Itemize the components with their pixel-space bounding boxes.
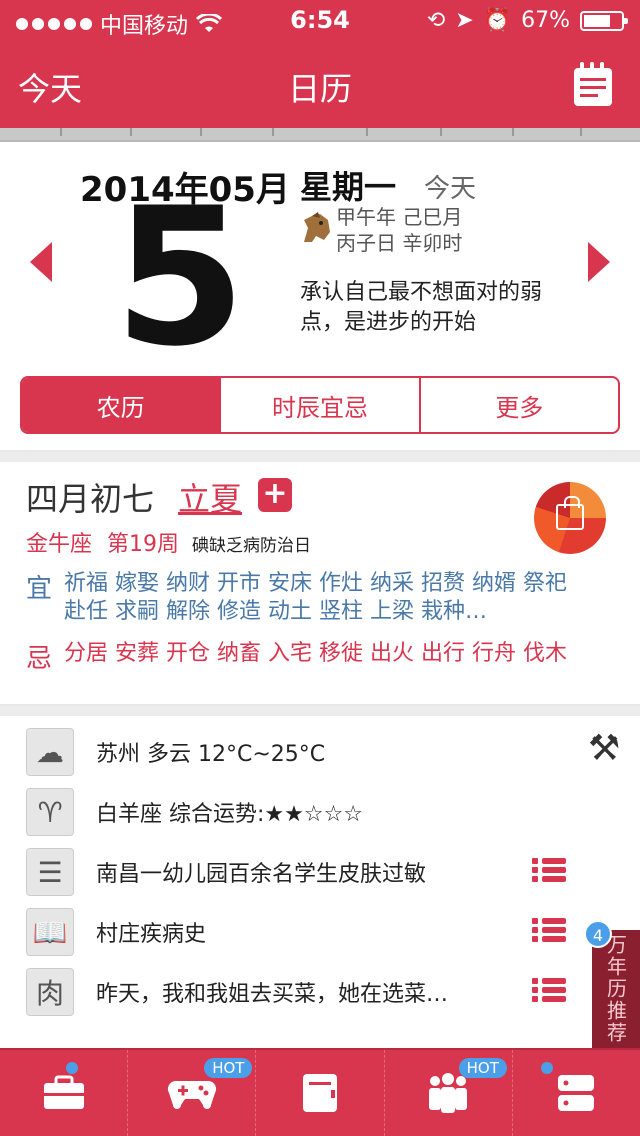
next-day-arrow-icon[interactable] [588,242,610,282]
tab-community[interactable]: HOT [383,1050,512,1136]
tab-lunar[interactable]: 农历 [22,378,220,432]
people-icon [429,1073,468,1113]
book-icon: 📖 [26,908,74,956]
date-card: 2014年05月 5 星期一 今天 甲午年 己巳月 丙子日 辛卯时 承认自己最不… [0,142,640,452]
shop-button[interactable] [534,482,606,554]
zodiac-sign: 金牛座 [26,532,93,557]
tab-games[interactable]: HOT [127,1050,255,1136]
toolbox-icon [43,1075,84,1109]
solar-term-link[interactable]: 立夏 [178,474,242,520]
week-number: 第19周 [107,532,180,557]
battery-icon [580,10,628,31]
big-day-number: 5 [113,167,247,388]
hot-badge: HOT [458,1058,507,1078]
news-text: 南昌一幼儿园百余名学生皮肤过敏 [96,862,427,887]
list-item[interactable]: ♈ 白羊座 综合运势:★★☆☆☆ [0,780,640,840]
notification-dot [66,1062,78,1074]
calendar-ruler [0,128,640,142]
rotation-lock-icon: ⟲ [426,8,446,33]
location-icon: ➤ [455,8,474,33]
joke-icon: 肉 [26,968,74,1016]
ji-label: 忌 [26,644,53,674]
list-item[interactable]: ☁ 苏州 多云 12°C~25°C [0,720,640,780]
ji-list: 分居 安葬 开仓 纳畜 入宅 移徙 出火 出行 行舟 伐木 [64,641,567,666]
add-button[interactable]: + [258,478,292,512]
lunar-section: 四月初七 立夏 + 金牛座 第19周 碘缺乏病防治日 宜 祈福 嫁娶 纳财 开市… [0,452,640,706]
horse-icon [304,212,330,242]
horoscope-text: 白羊座 综合运势:★★☆☆☆ [96,802,364,827]
list-item[interactable]: 📖 村庄疾病史 [0,900,640,960]
joke-text: 昨天，我和我姐去买菜，她在选菜… [96,982,449,1007]
weekday: 星期一 [300,168,397,206]
status-right: ⟲ ➤ ⏰ 67% [426,8,628,33]
info-list: ⚒ ☁ 苏州 多云 12°C~25°C ♈ 白羊座 综合运势:★★☆☆☆ ☰ 南… [0,706,640,1046]
list-item[interactable]: ☰ 南昌一幼儿园百余名学生皮肤过敏 [0,840,640,900]
page-title: 日历 [287,70,352,108]
battery-percent: 67% [521,8,570,33]
tab-settings[interactable] [511,1050,640,1136]
shopping-bag-icon [556,496,584,530]
tab-hours[interactable]: 时辰宜忌 [219,378,418,432]
notification-dot [540,1062,553,1074]
story-text: 村庄疾病史 [96,922,207,947]
daily-quote: 承认自己最不想面对的弱点，是进步的开始 [300,280,543,335]
notebook-icon [303,1074,337,1112]
weather-text: 苏州 多云 12°C~25°C [96,742,326,767]
aries-icon: ♈ [26,788,74,836]
tab-toolbox[interactable] [0,1050,127,1136]
list-icon[interactable] [532,918,566,946]
tab-more[interactable]: 更多 [418,378,618,432]
status-bar: 中国移动 6:54 ⟲ ➤ ⏰ 67% [0,0,640,40]
ganzhi-text: 甲午年 己巳月 丙子日 辛卯时 [336,204,462,256]
ganzhi-line-1: 甲午年 己巳月 [336,205,463,229]
segment-tabs: 农历 时辰宜忌 更多 [20,376,620,434]
calendar-notes-icon[interactable] [572,62,614,108]
hot-badge: HOT [204,1058,253,1078]
list-item[interactable]: 肉 昨天，我和我姐去买菜，她在选菜… [0,960,640,1020]
today-tag: 今天 [424,174,477,204]
list-icon[interactable] [532,858,566,886]
lunar-date: 四月初七 [26,480,155,518]
list-icon[interactable] [532,978,566,1006]
ganzhi-line-2: 丙子日 辛卯时 [336,231,463,255]
top-bar: 中国移动 6:54 ⟲ ➤ ⏰ 67% 今天 日历 [0,0,640,128]
settings-list-icon [558,1075,595,1111]
nav-bar: 今天 日历 [0,40,640,128]
gamepad-icon [167,1081,216,1109]
prev-day-arrow-icon[interactable] [30,242,52,282]
alarm-icon: ⏰ [483,8,512,33]
cloud-icon: ☁ [26,728,74,776]
bottom-tab-bar: HOT HOT [0,1048,640,1136]
tab-notebook[interactable] [255,1050,383,1136]
recommend-badge: 4 [584,920,612,948]
health-day: 碘缺乏病防治日 [192,536,312,556]
yi-list: 祈福 嫁娶 纳财 开市 安床 作灶 纳采 招赘 纳婿 祭祀 赴任 求嗣 解除 修… [64,571,567,624]
news-icon: ☰ [26,848,74,896]
yi-label: 宜 [26,574,53,604]
zodiac-line: 金牛座 第19周 碘缺乏病防治日 [26,526,311,558]
